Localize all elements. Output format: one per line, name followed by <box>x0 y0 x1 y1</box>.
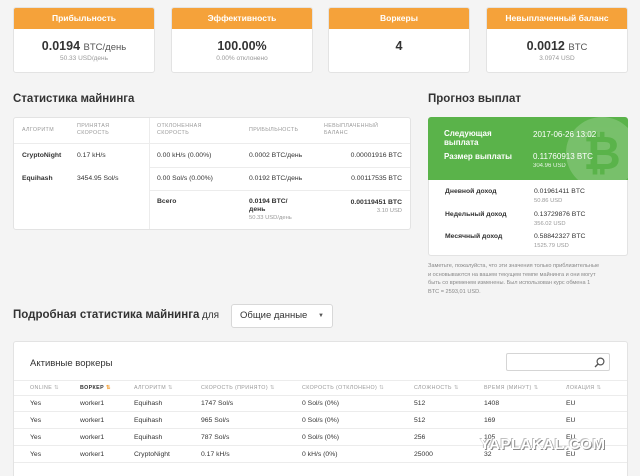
kpi-card-unpaid-balance: Невыплаченный баланс 0.0012 BTC 3.0974 U… <box>486 7 628 73</box>
detailed-stats-title: Подробная статистика майнинга <box>13 309 200 321</box>
col-header-time[interactable]: ВРЕМЯ (МИНУТ) ⇅ <box>484 385 538 392</box>
kpi-title: Невыплаченный баланс <box>487 8 627 29</box>
kpi-sub: 0.00% отклонено <box>216 55 268 62</box>
total-unpaid: 0.00119451 BTC 3.10 USD <box>350 199 402 214</box>
forecast-title: Прогноз выплат <box>428 93 522 105</box>
sort-icon: ⇅ <box>533 385 539 391</box>
next-payout-value: 2017-06-26 13:02 <box>533 130 597 139</box>
income-label: Месячный доход <box>445 233 503 240</box>
sort-icon: ⇅ <box>167 385 173 391</box>
income-value: 0.01961411 BTC <box>534 188 585 195</box>
forecast-note: Заметьте, пожалуйста, что эти значения т… <box>428 263 600 295</box>
row-unpaid: 0.00117535 BTC <box>351 175 402 182</box>
sort-active-icon: ⇅ <box>105 385 111 391</box>
sort-icon: ⇅ <box>596 385 602 391</box>
kpi-title: Прибыльность <box>14 8 154 29</box>
col-header-algorithm[interactable]: АЛГОРИТМ ⇅ <box>134 385 173 392</box>
col-header-accepted: ПРИНЯТАЯ СКОРОСТЬ <box>77 123 110 136</box>
sort-icon: ⇅ <box>269 385 275 391</box>
kpi-sub: 50.33 USD/день <box>60 55 108 62</box>
col-header-online[interactable]: ONLINE ⇅ <box>30 385 59 392</box>
forecast-next-payout: ₿ Следующая выплата 2017-06-26 13:02 Разм… <box>428 117 628 180</box>
col-header-speed-rejected[interactable]: СКОРОСТЬ (ОТКЛОНЕНО) ⇅ <box>302 385 384 392</box>
row-profit: 0.0002 BTC/день <box>249 152 303 159</box>
mining-stats-title: Статистика майнинга <box>13 93 135 105</box>
col-header-worker[interactable]: ВОРКЕР ⇅ <box>80 385 111 392</box>
sort-icon: ⇅ <box>453 385 459 391</box>
payout-size-value: 0.11760913 BTC <box>533 152 593 161</box>
income-usd: 356.02 USD <box>534 221 566 227</box>
income-label: Недельный доход <box>445 211 507 218</box>
row-accepted: 0.17 kH/s <box>77 152 106 159</box>
col-header-speed-accepted[interactable]: СКОРОСТЬ (ПРИНЯТО) ⇅ <box>201 385 275 392</box>
kpi-value: 4 <box>395 39 403 53</box>
sort-icon: ⇅ <box>379 385 384 391</box>
col-header-algorithm: АЛГОРИТМ <box>22 127 55 133</box>
watermark: YAPLAKAL.COM <box>480 436 606 453</box>
col-header-unpaid: НЕВЫПЛАЧЕННЫЙ БАЛАНС <box>324 123 379 136</box>
row-accepted: 3454.95 Sol/s <box>77 175 119 182</box>
kpi-card-profit: Прибыльность 0.0194 BTC/день 50.33 USD/д… <box>13 7 155 73</box>
data-scope-select[interactable]: Общие данные ▼ <box>231 304 333 328</box>
kpi-title: Воркеры <box>329 8 469 29</box>
kpi-sub: 3.0974 USD <box>539 55 575 62</box>
col-header-profit: ПРИБЫЛЬНОСТЬ <box>249 127 299 133</box>
kpi-unit: BTC <box>568 42 588 53</box>
search-input[interactable] <box>506 353 610 371</box>
income-usd: 50.86 USD <box>534 198 563 204</box>
row-rejected: 0.00 kH/s (0.00%) <box>157 152 212 159</box>
row-rejected: 0.00 Sol/s (0.00%) <box>157 175 213 182</box>
active-workers-title: Активные воркеры <box>30 358 113 369</box>
forecast-income-table: Дневной доход 0.01961411 BTC 50.86 USD Н… <box>428 180 628 256</box>
col-header-rejected: ОТКЛОНЕННАЯ СКОРОСТЬ <box>157 123 202 136</box>
kpi-unit: BTC/день <box>83 42 127 53</box>
kpi-value: 0.0194 <box>41 39 81 53</box>
bitcoin-icon: ₿ <box>566 117 628 180</box>
row-algorithm: Equihash <box>22 175 53 182</box>
total-profit: 0.0194 BTC/ день 50.33 USD/день <box>249 198 292 221</box>
mining-stats-table: АЛГОРИТМ ПРИНЯТАЯ СКОРОСТЬ ОТКЛОНЕННАЯ СКО… <box>13 117 411 230</box>
kpi-card-workers: Воркеры 4 <box>328 7 470 73</box>
payout-size-usd: 304.96 USD <box>533 163 566 169</box>
payout-size-label: Размер выплаты <box>444 152 512 161</box>
col-header-difficulty[interactable]: СЛОЖНОСТЬ ⇅ <box>414 385 459 392</box>
income-value: 0.58842327 BTC <box>534 233 586 240</box>
income-value: 0.13729876 BTC <box>534 211 586 218</box>
kpi-value: 100.00% <box>217 39 267 53</box>
total-label: Всего <box>157 198 177 205</box>
income-usd: 1525.79 USD <box>534 243 569 249</box>
search-icon[interactable] <box>594 357 605 368</box>
row-algorithm: CryptoNight <box>22 152 62 159</box>
row-profit: 0.0192 BTC/день <box>249 175 303 182</box>
select-value: Общие данные <box>240 310 308 321</box>
table-row: Yes worker1 Equihash 1747 Sol/s 0 Sol/s … <box>14 395 627 412</box>
caret-down-icon: ▼ <box>318 313 324 319</box>
row-unpaid: 0.00001916 BTC <box>350 152 402 159</box>
kpi-title: Эффективность <box>172 8 312 29</box>
col-header-location[interactable]: ЛОКАЦИЯ ⇅ <box>566 385 601 392</box>
table-row: Yes worker1 Equihash 965 Sol/s 0 Sol/s (… <box>14 412 627 429</box>
next-payout-label: Следующая выплата <box>444 129 492 147</box>
kpi-value: 0.0012 <box>526 39 565 53</box>
income-label: Дневной доход <box>445 188 497 195</box>
sort-icon: ⇅ <box>54 385 59 391</box>
kpi-card-efficiency: Эффективность 100.00% 0.00% отклонено <box>171 7 313 73</box>
for-label: для <box>202 310 220 321</box>
